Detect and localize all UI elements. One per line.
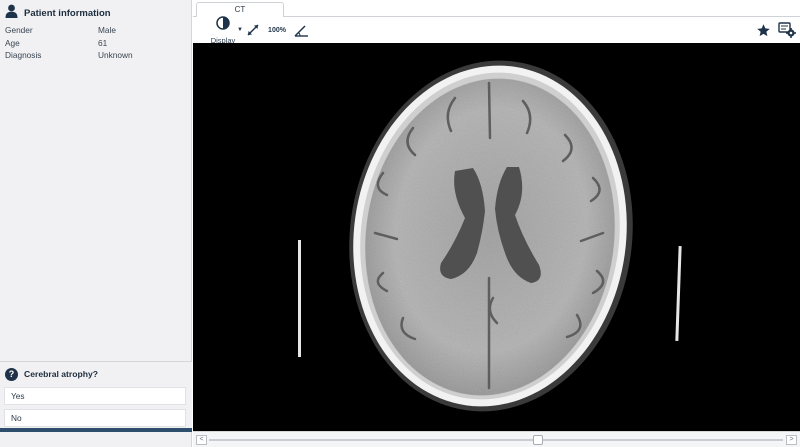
question-icon: ? bbox=[5, 367, 18, 381]
ct-scan-image bbox=[298, 60, 682, 412]
zoom-100-icon[interactable]: 100% bbox=[268, 22, 286, 38]
viewer: CT Display ▼ 100% < > bbox=[193, 0, 800, 447]
question-panel: ? Cerebral atrophy? Yes No bbox=[0, 361, 192, 431]
settings-icon[interactable] bbox=[777, 21, 797, 39]
patient-info-header: Patient information bbox=[5, 4, 111, 22]
tab-strip: CT bbox=[193, 0, 800, 18]
patient-info-title: Patient information bbox=[24, 7, 111, 19]
info-row-gender: Gender Male bbox=[5, 24, 185, 37]
info-value: Unknown bbox=[98, 50, 133, 61]
image-viewport[interactable] bbox=[193, 43, 800, 431]
scroll-thumb[interactable] bbox=[533, 435, 543, 445]
angle-icon[interactable] bbox=[293, 22, 309, 38]
horizontal-scrollbar[interactable]: < > bbox=[193, 431, 800, 447]
scroll-track[interactable] bbox=[209, 439, 783, 441]
sidebar: Patient information Gender Male Age 61 D… bbox=[0, 0, 192, 447]
display-button[interactable]: Display ▼ bbox=[199, 15, 247, 45]
answer-no-button[interactable]: No bbox=[4, 409, 186, 427]
info-label: Age bbox=[5, 37, 20, 48]
info-row-diagnosis: Diagnosis Unknown bbox=[5, 49, 185, 62]
question-header: ? Cerebral atrophy? bbox=[5, 366, 98, 382]
info-label: Diagnosis bbox=[5, 50, 42, 61]
tab-ct[interactable]: CT bbox=[196, 2, 284, 18]
fit-icon[interactable] bbox=[245, 22, 261, 38]
person-icon bbox=[5, 4, 18, 23]
info-label: Gender bbox=[5, 25, 33, 36]
scroll-left-button[interactable]: < bbox=[196, 435, 207, 445]
caret-down-icon[interactable]: ▼ bbox=[237, 27, 243, 33]
answer-yes-button[interactable]: Yes bbox=[4, 387, 186, 405]
toolbar: Display ▼ 100% bbox=[193, 15, 800, 45]
progress-bar bbox=[0, 428, 192, 432]
star-icon[interactable] bbox=[754, 21, 772, 39]
scroll-right-button[interactable]: > bbox=[786, 435, 797, 445]
info-row-age: Age 61 bbox=[5, 37, 185, 50]
progress-fill bbox=[0, 428, 192, 432]
contrast-icon bbox=[216, 15, 230, 35]
info-value: Male bbox=[98, 25, 116, 36]
patient-info-table: Gender Male Age 61 Diagnosis Unknown bbox=[5, 24, 185, 62]
info-value: 61 bbox=[98, 37, 108, 48]
question-text: Cerebral atrophy? bbox=[24, 369, 99, 379]
